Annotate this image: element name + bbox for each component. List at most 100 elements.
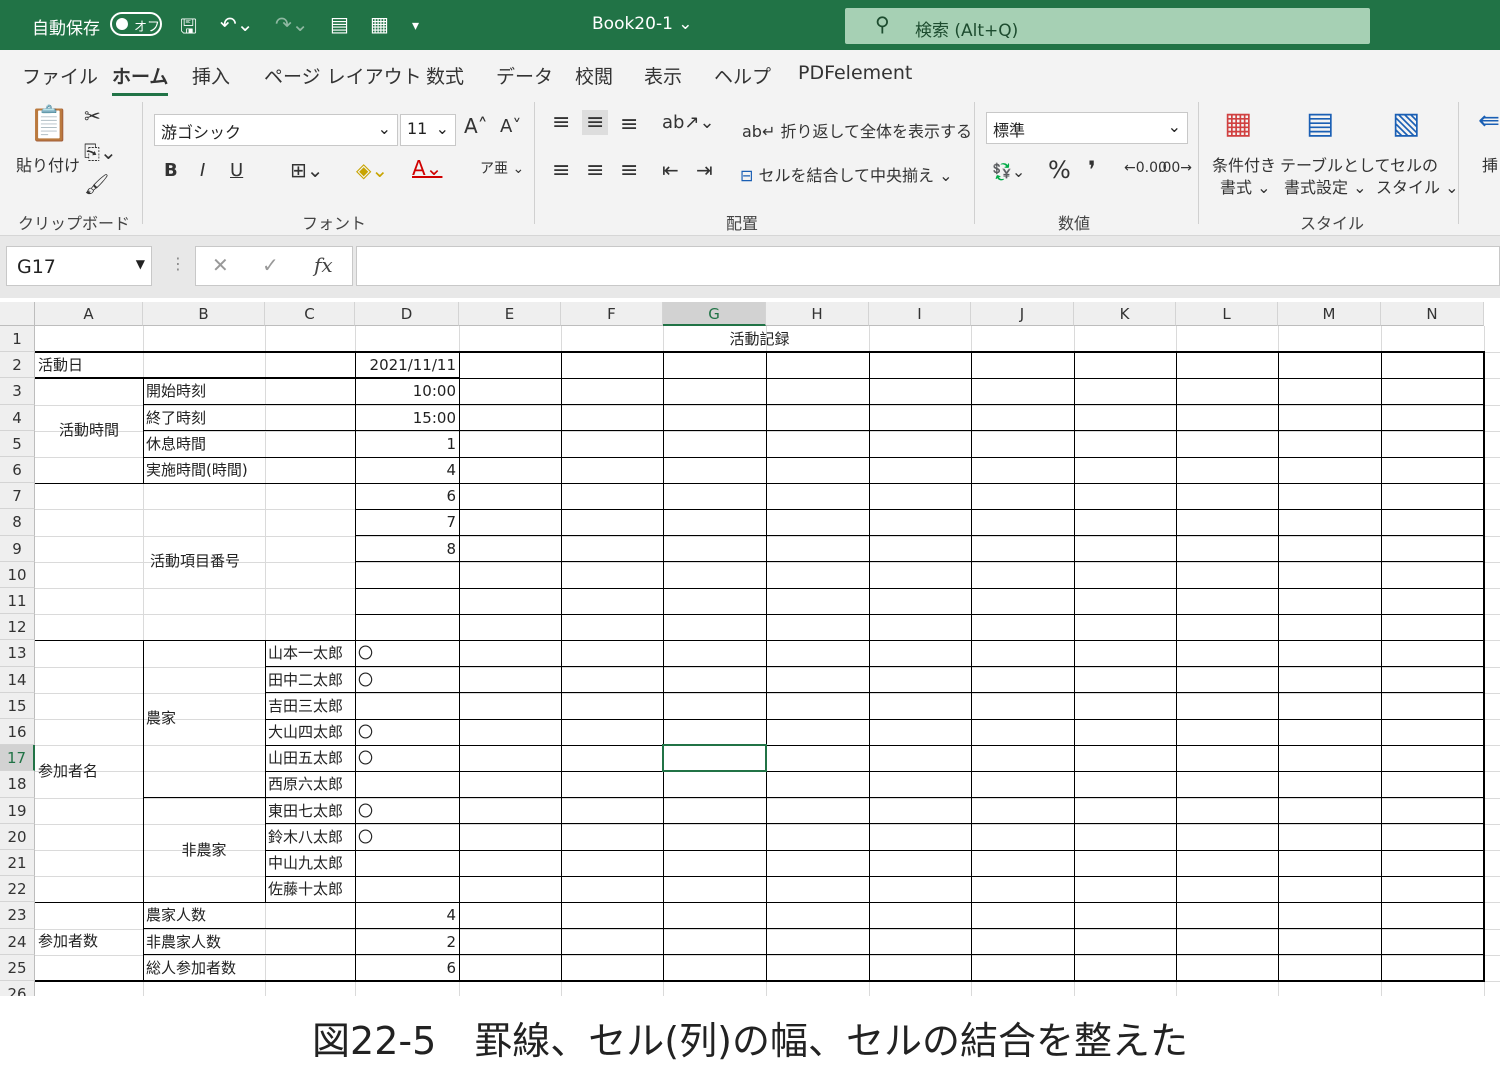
participant-name-cell[interactable]: 田中二太郎 — [265, 667, 355, 693]
participant-name-cell[interactable]: 鈴木八太郎 — [265, 824, 355, 850]
tab-data[interactable]: データ — [496, 62, 553, 89]
attendance-mark-cell[interactable] — [355, 876, 459, 902]
number-format-select[interactable]: 標準 ⌄ — [986, 112, 1188, 144]
search-box[interactable]: ⚲ 検索 (Alt+Q) — [845, 8, 1370, 44]
tab-help[interactable]: ヘルプ — [714, 62, 771, 89]
comma-button[interactable]: ❜ — [1088, 156, 1096, 184]
name-box[interactable]: G17 ▼ — [6, 246, 152, 286]
cell-styles-icon[interactable]: ▧ — [1392, 106, 1420, 141]
select-all-corner[interactable] — [0, 302, 35, 326]
undo-icon[interactable]: ↶⌄ — [220, 12, 254, 36]
format-painter-icon[interactable]: 🖌 — [84, 172, 109, 196]
cell-styles-label-2[interactable]: スタイル ⌄ — [1376, 174, 1459, 198]
row-header-15[interactable]: 15 — [0, 692, 35, 719]
nonfarmer-count-cell[interactable]: 2 — [355, 929, 459, 955]
formula-input[interactable] — [356, 246, 1500, 286]
merge-center-button[interactable]: ⊟ セルを結合して中央揃え ⌄ — [740, 162, 953, 186]
row-header-11[interactable]: 11 — [0, 588, 35, 615]
item-value-cell[interactable]: 7 — [355, 509, 459, 535]
column-header-C[interactable]: C — [265, 302, 355, 326]
increase-indent-icon[interactable]: ⇥ — [696, 158, 713, 182]
column-header-J[interactable]: J — [971, 302, 1074, 326]
tab-review[interactable]: 校閲 — [575, 62, 613, 89]
tab-pdfelement[interactable]: PDFelement — [798, 62, 912, 84]
nonfarmer-label-cell[interactable]: 非農家 — [143, 798, 265, 903]
nonfarmer-count-label-cell[interactable]: 非農家人数 — [143, 929, 355, 955]
align-bottom-icon[interactable]: ≡ — [620, 112, 638, 137]
row-header-7[interactable]: 7 — [0, 483, 35, 510]
row-header-14[interactable]: 14 — [0, 666, 35, 693]
participant-name-cell[interactable]: 佐藤十太郎 — [265, 876, 355, 902]
row-header-10[interactable]: 10 — [0, 561, 35, 588]
wrap-text-button[interactable]: ab↵ 折り返して全体を表示する — [742, 118, 972, 142]
decrease-decimal-icon[interactable]: .00→ — [1158, 160, 1192, 176]
fill-color-icon[interactable]: ◈⌄ — [356, 158, 388, 182]
column-header-G[interactable]: G — [663, 302, 766, 326]
row-header-20[interactable]: 20 — [0, 823, 35, 850]
count-group-cell[interactable]: 参加者数 — [35, 902, 143, 981]
attendance-mark-cell[interactable] — [355, 771, 459, 797]
align-right-icon[interactable]: ≡ — [620, 158, 638, 183]
tab-page-layout[interactable]: ページ レイアウト — [264, 62, 422, 89]
percent-button[interactable]: % — [1048, 156, 1071, 184]
italic-button[interactable]: I — [200, 160, 205, 181]
format-as-table-label-1[interactable]: テーブルとして — [1280, 152, 1391, 176]
column-header-H[interactable]: H — [766, 302, 869, 326]
autosave-toggle[interactable]: オフ — [110, 12, 162, 36]
format-as-table-icon[interactable]: ▤ — [1306, 106, 1334, 141]
row-header-24[interactable]: 24 — [0, 928, 35, 955]
total-label-cell[interactable]: 総人参加者数 — [143, 955, 355, 981]
paste-button[interactable]: 貼り付け — [16, 152, 80, 176]
bold-button[interactable]: B — [164, 160, 178, 181]
conditional-format-label-2[interactable]: 書式 ⌄ — [1220, 174, 1271, 198]
row-header-25[interactable]: 25 — [0, 954, 35, 981]
row-header-18[interactable]: 18 — [0, 771, 35, 798]
tab-home[interactable]: ホーム — [112, 62, 169, 96]
insert-function-icon[interactable]: fx — [314, 253, 333, 277]
cancel-icon[interactable]: ✕ — [212, 253, 229, 277]
participant-name-cell[interactable]: 中山九太郎 — [265, 850, 355, 876]
row-header-16[interactable]: 16 — [0, 719, 35, 746]
document-title[interactable]: Book20-1 ⌄ — [592, 14, 693, 34]
font-size-select[interactable]: 11 ⌄ — [400, 114, 456, 146]
row-header-23[interactable]: 23 — [0, 902, 35, 929]
column-header-B[interactable]: B — [143, 302, 265, 326]
work-value-cell[interactable]: 4 — [355, 457, 459, 483]
border-icon[interactable]: ⊞⌄ — [290, 158, 324, 182]
row-header-8[interactable]: 8 — [0, 509, 35, 536]
date-label-cell[interactable]: 活動日 — [35, 352, 355, 378]
start-label-cell[interactable]: 開始時刻 — [143, 378, 355, 404]
decrease-indent-icon[interactable]: ⇤ — [662, 158, 679, 182]
item-label-cell[interactable]: 活動項目番号 — [35, 483, 355, 640]
tab-view[interactable]: 表示 — [644, 62, 682, 89]
participant-name-cell[interactable]: 山本一太郎 — [265, 640, 355, 666]
customize-qat-icon[interactable]: ▾ — [412, 18, 419, 34]
row-header-5[interactable]: 5 — [0, 430, 35, 457]
column-header-E[interactable]: E — [459, 302, 561, 326]
column-header-F[interactable]: F — [561, 302, 663, 326]
orientation-icon[interactable]: ab↗⌄ — [662, 112, 715, 133]
tab-formulas[interactable]: 数式 — [426, 62, 464, 89]
participant-name-cell[interactable]: 西原六太郎 — [265, 771, 355, 797]
row-header-9[interactable]: 9 — [0, 535, 35, 562]
attendance-mark-cell[interactable]: 〇 — [355, 824, 459, 850]
copy-icon[interactable]: ⎘⌄ — [84, 140, 117, 164]
farmer-count-cell[interactable]: 4 — [355, 902, 459, 928]
end-label-cell[interactable]: 終了時刻 — [143, 405, 355, 431]
participant-name-cell[interactable]: 大山四太郎 — [265, 719, 355, 745]
row-header-26[interactable]: 26 — [0, 981, 35, 996]
conditional-format-icon[interactable]: ▦ — [1224, 106, 1252, 141]
conditional-format-label-1[interactable]: 条件付き — [1212, 152, 1276, 176]
insert-cells-label[interactable]: 挿 — [1482, 152, 1498, 176]
column-header-L[interactable]: L — [1176, 302, 1278, 326]
row-header-13[interactable]: 13 — [0, 640, 35, 667]
work-label-cell[interactable]: 実施時間(時間) — [143, 457, 355, 483]
start-value-cell[interactable]: 10:00 — [355, 378, 459, 404]
column-header-A[interactable]: A — [35, 302, 143, 326]
attendance-mark-cell[interactable]: 〇 — [355, 745, 459, 771]
align-left-icon[interactable]: ≡ — [552, 158, 570, 183]
paste-icon[interactable]: 📋 — [28, 104, 70, 144]
increase-font-icon[interactable]: A˄ — [464, 114, 488, 138]
item-value-cell[interactable]: 8 — [355, 536, 459, 562]
attendance-mark-cell[interactable]: 〇 — [355, 798, 459, 824]
